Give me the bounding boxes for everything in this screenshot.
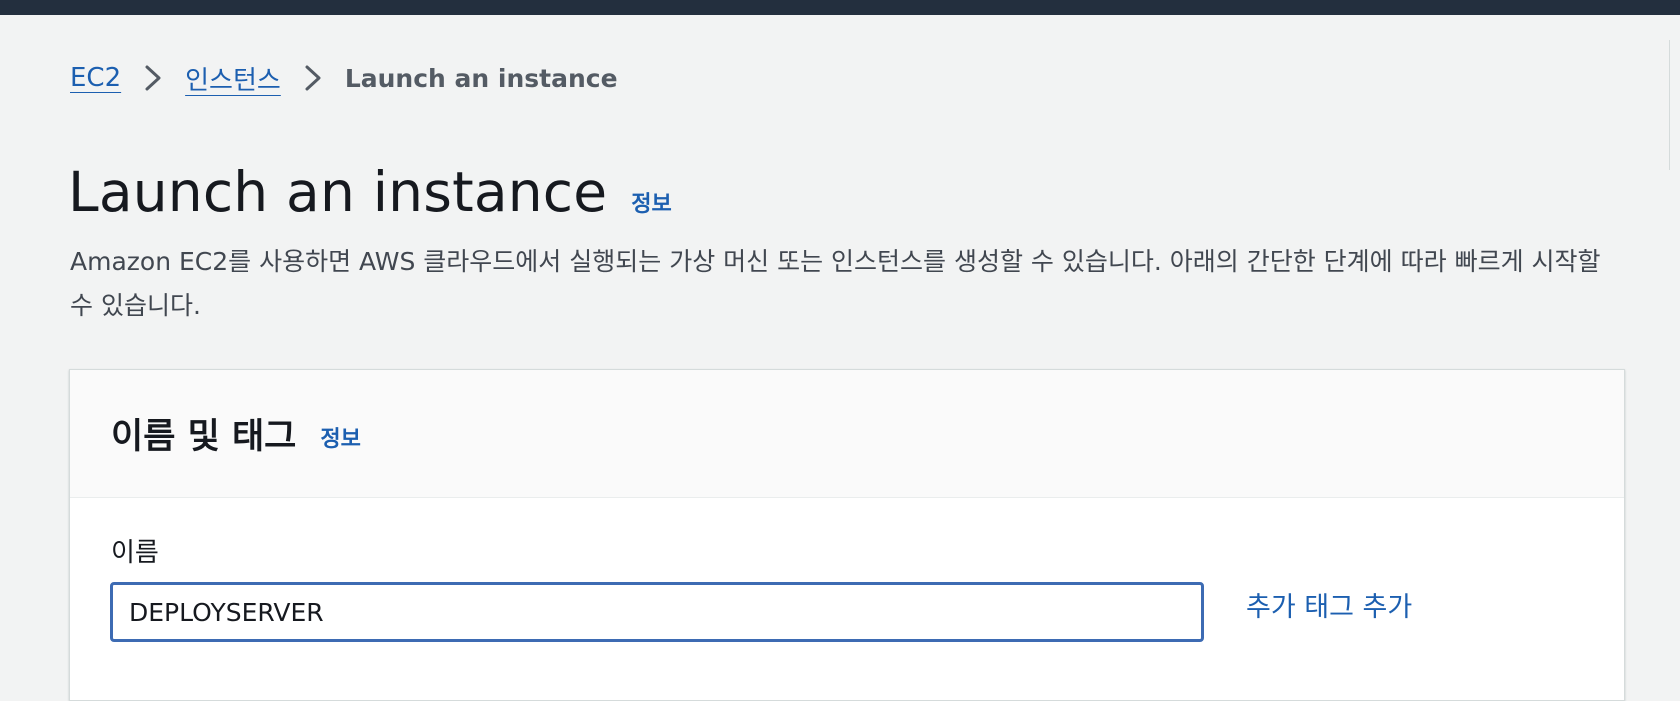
panel-info-link[interactable]: 정보: [320, 421, 360, 453]
name-input[interactable]: [110, 582, 1204, 642]
breadcrumb-ec2-link[interactable]: EC2: [70, 63, 121, 93]
panel-header: 이름 및 태그 정보: [70, 370, 1624, 498]
page-info-link[interactable]: 정보: [631, 186, 671, 218]
breadcrumb: EC2 인스턴스 Launch an instance: [70, 58, 618, 98]
page-title: Launch an instance: [68, 160, 608, 224]
chevron-right-icon: [121, 58, 185, 98]
right-panel-divider: [1669, 40, 1670, 170]
top-navigation-bar: [0, 0, 1680, 15]
add-additional-tags-link[interactable]: 추가 태그 추가: [1246, 588, 1412, 628]
chevron-right-icon: [281, 58, 345, 98]
page-header: Launch an instance 정보: [68, 160, 672, 224]
breadcrumb-current-page: Launch an instance: [344, 63, 618, 93]
name-and-tags-panel: 이름 및 태그 정보 이름 추가 태그 추가: [69, 369, 1625, 701]
name-field-label: 이름: [111, 538, 159, 568]
panel-title: 이름 및 태그: [111, 417, 297, 457]
page-description: Amazon EC2를 사용하면 AWS 클라우드에서 실행되는 가상 머신 또…: [70, 247, 1601, 320]
breadcrumb-instances-link[interactable]: 인스턴스: [185, 60, 281, 97]
